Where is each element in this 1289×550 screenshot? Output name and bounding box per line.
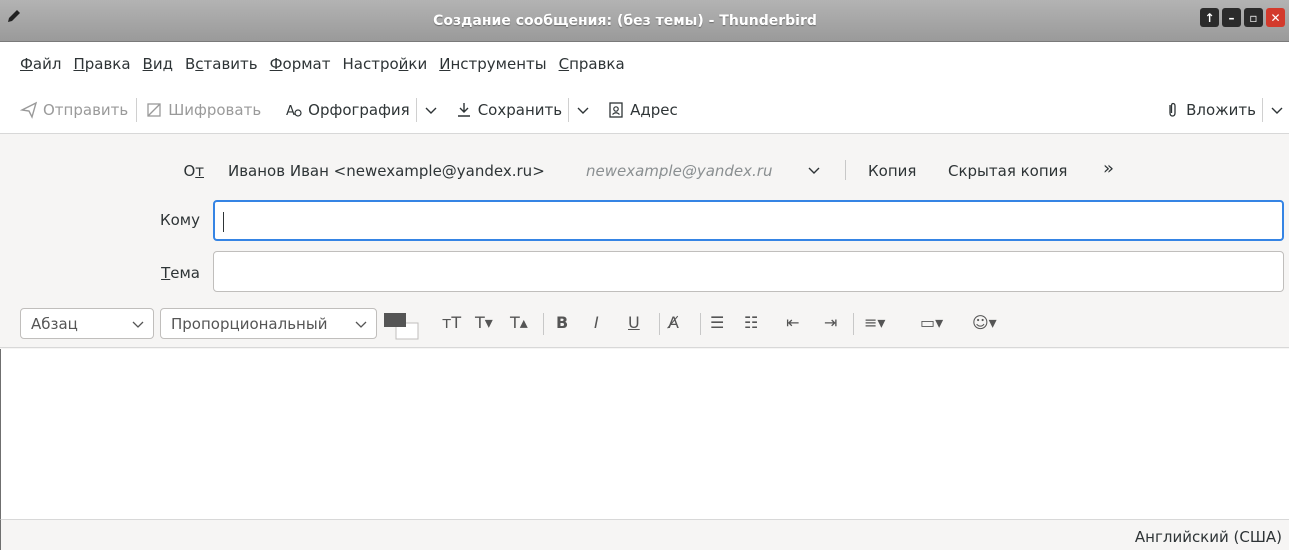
bulleted-list-icon[interactable]: ☰	[710, 313, 724, 332]
menu-settings[interactable]: Настройки	[343, 55, 428, 73]
font-family-select[interactable]: Пропорциональный	[160, 308, 377, 339]
more-recipients-button[interactable]: »	[1103, 158, 1114, 179]
menu-file[interactable]: Файл	[20, 55, 61, 73]
font-smaller-icon[interactable]: ᴛT	[442, 313, 461, 332]
spelling-button[interactable]: A Орфография	[285, 96, 410, 124]
compose-toolbar: Отправить Шифровать A Орфография Сохрани…	[0, 86, 1289, 134]
subject-label: Тема	[161, 264, 200, 282]
menu-view[interactable]: Вид	[143, 55, 173, 73]
insert-image-dropdown-icon[interactable]: ▭▾	[920, 313, 943, 332]
toolbar-separator	[568, 97, 570, 122]
spellcheck-language[interactable]: Английский (США)	[1135, 528, 1282, 546]
send-icon	[20, 101, 38, 119]
from-email[interactable]: newexample@yandex.ru	[586, 162, 772, 180]
encrypt-icon	[147, 102, 161, 117]
address-book-icon	[609, 101, 623, 118]
menu-tools[interactable]: Инструменты	[439, 55, 546, 73]
restore-button[interactable]: ▫	[1244, 8, 1263, 27]
chevron-down-icon	[355, 321, 367, 328]
format-separator	[853, 313, 854, 335]
menu-format[interactable]: Формат	[270, 55, 331, 73]
from-identity[interactable]: Иванов Иван <newexample@yandex.ru>	[228, 162, 545, 180]
emoji-dropdown-icon[interactable]: ☺▾	[972, 313, 997, 332]
numbered-list-icon[interactable]: ☷	[744, 313, 758, 332]
outdent-icon[interactable]: ⇤	[786, 313, 799, 332]
toolbar-separator	[136, 97, 138, 122]
font-size-increase-icon[interactable]: T▴	[510, 313, 528, 332]
from-separator	[845, 160, 846, 180]
attach-button[interactable]: Вложить	[1163, 96, 1256, 124]
italic-icon[interactable]: I	[594, 313, 599, 332]
spelling-icon: A	[286, 104, 302, 119]
encrypt-button[interactable]: Шифровать	[145, 96, 261, 124]
format-toolbar: Абзац Пропорциональный ᴛT T▾ T▴ B I U A̸…	[0, 305, 1289, 348]
font-size-decrease-icon[interactable]: T▾	[475, 313, 493, 332]
to-input[interactable]	[213, 200, 1284, 241]
address-book-button[interactable]: Адрес	[607, 96, 678, 124]
window-titlebar: Создание сообщения: (без темы) - Thunder…	[0, 0, 1289, 42]
align-dropdown-icon[interactable]: ≡▾	[864, 313, 885, 332]
status-bar: Английский (США)	[0, 519, 1289, 550]
menu-help[interactable]: Справка	[559, 55, 625, 73]
underline-icon[interactable]: U	[628, 313, 640, 332]
toolbar-separator	[415, 97, 417, 122]
from-label: От	[183, 162, 204, 180]
format-separator	[543, 313, 544, 335]
toolbar-right-group: Вложить	[1163, 96, 1289, 124]
from-dropdown-chevron-icon[interactable]	[806, 162, 822, 178]
menu-edit[interactable]: Правка	[73, 55, 130, 73]
spelling-dropdown-chevron-icon[interactable]	[423, 102, 439, 118]
remove-formatting-icon[interactable]: A̸	[668, 313, 679, 332]
menubar: Файл Правка Вид Вставить Формат Настройк…	[0, 42, 1289, 86]
menu-insert[interactable]: Вставить	[185, 55, 258, 73]
attach-dropdown-chevron-icon[interactable]	[1269, 102, 1285, 118]
paragraph-format-select[interactable]: Абзац	[20, 308, 154, 339]
bold-icon[interactable]: B	[556, 313, 568, 332]
save-dropdown-chevron-icon[interactable]	[575, 102, 591, 118]
bcc-button[interactable]: Скрытая копия	[948, 162, 1067, 180]
subject-input[interactable]	[213, 251, 1284, 292]
format-separator	[659, 313, 660, 335]
toolbar-separator	[1262, 98, 1263, 122]
window-controls: ↑ – ▫ ✕	[1200, 8, 1285, 27]
paperclip-icon	[1169, 102, 1176, 117]
send-button[interactable]: Отправить	[20, 96, 128, 124]
svg-text:A: A	[286, 104, 295, 119]
minimize-button[interactable]: –	[1222, 8, 1241, 27]
from-row: От Иванов Иван <newexample@yandex.ru> ne…	[0, 158, 1289, 182]
close-button[interactable]: ✕	[1266, 8, 1285, 27]
cc-button[interactable]: Копия	[868, 162, 916, 180]
save-icon	[457, 102, 470, 117]
message-body-editor[interactable]	[0, 349, 1289, 519]
indent-icon[interactable]: ⇥	[824, 313, 837, 332]
save-button[interactable]: Сохранить	[455, 96, 562, 124]
text-caret	[223, 212, 224, 232]
window-title: Создание сообщения: (без темы) - Thunder…	[433, 13, 817, 29]
maximize-button[interactable]: ↑	[1200, 8, 1219, 27]
chevron-down-icon	[132, 321, 144, 328]
format-separator	[700, 313, 701, 335]
text-color-picker-icon[interactable]	[382, 311, 422, 341]
to-label: Кому	[159, 211, 200, 229]
